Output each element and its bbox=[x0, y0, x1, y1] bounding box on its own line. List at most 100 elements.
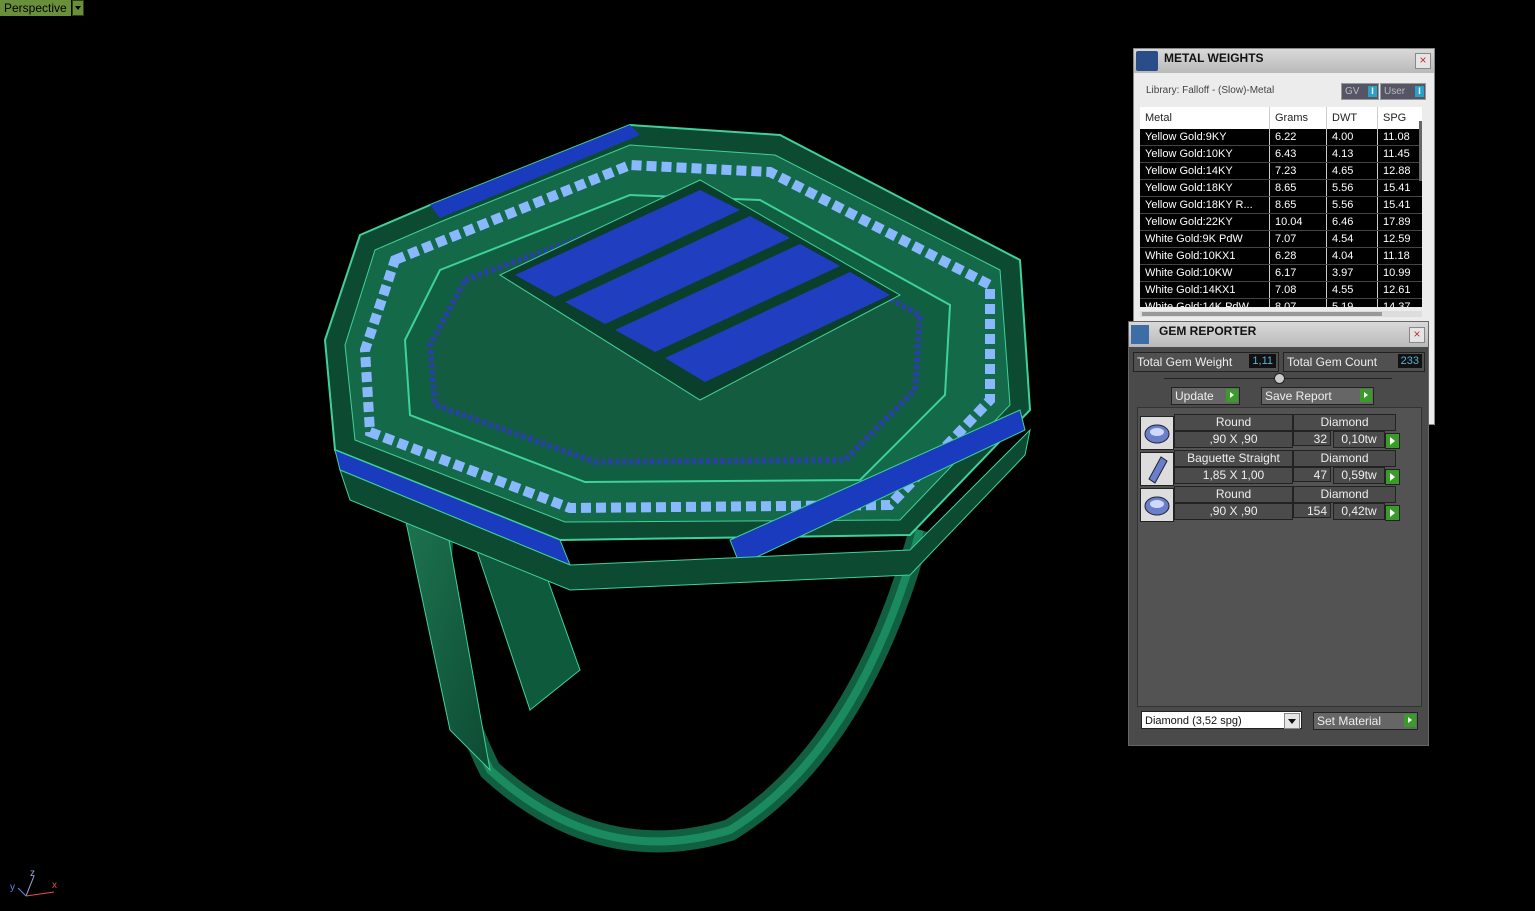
select-gem-button[interactable] bbox=[1385, 505, 1400, 521]
axis-lines bbox=[17, 875, 55, 897]
metal-weights-icon bbox=[1136, 51, 1158, 71]
metal-table-row[interactable]: Yellow Gold:14KY 7.23 4.65 12.88 bbox=[1140, 163, 1422, 180]
dwt-cell: 5.19 bbox=[1327, 299, 1378, 307]
axis-triad: y z x bbox=[6, 868, 66, 904]
metal-name-cell: Yellow Gold:10KY bbox=[1140, 146, 1270, 162]
update-button-label: Update bbox=[1175, 389, 1214, 403]
metal-weights-title: METAL WEIGHTS bbox=[1164, 51, 1264, 65]
play-icon bbox=[1226, 389, 1238, 402]
select-gem-button[interactable] bbox=[1385, 469, 1400, 485]
spg-cell: 12.59 bbox=[1383, 233, 1411, 245]
spg-cell: 15.41 bbox=[1383, 199, 1411, 211]
spg-cell: 11.18 bbox=[1383, 250, 1410, 262]
set-material-button[interactable]: Set Material bbox=[1313, 712, 1418, 730]
play-icon bbox=[1404, 714, 1416, 727]
metal-weights-titlebar[interactable]: METAL WEIGHTS × bbox=[1134, 49, 1434, 73]
metal-table-row[interactable]: White Gold:10KW 6.17 3.97 10.99 bbox=[1140, 265, 1422, 282]
gv-toggle-label: GV bbox=[1345, 86, 1360, 97]
gem-weight: 0,59tw bbox=[1333, 467, 1385, 484]
metal-name-cell: Yellow Gold:22KY bbox=[1140, 214, 1270, 230]
gem-size: 1,85 X 1,00 bbox=[1174, 467, 1293, 484]
dwt-cell: 4.13 bbox=[1327, 146, 1378, 162]
metal-table-row[interactable]: Yellow Gold:18KY R... 8.65 5.56 15.41 bbox=[1140, 197, 1422, 214]
gem-list: Round Diamond ,90 X ,90 32 0,10tw Baguet… bbox=[1137, 407, 1422, 707]
panel-splitter[interactable] bbox=[1164, 373, 1392, 384]
dwt-cell: 5.56 bbox=[1327, 180, 1378, 196]
metal-table-row[interactable]: White Gold:10KX1 6.28 4.04 11.18 bbox=[1140, 248, 1422, 265]
col-metal[interactable]: Metal bbox=[1140, 107, 1270, 129]
metal-table: Metal Grams DWT SPG Yellow Gold:9KY 6.22 4… bbox=[1140, 107, 1422, 307]
gem-reporter-icon bbox=[1131, 325, 1149, 344]
gem-weight: 0,42tw bbox=[1333, 503, 1385, 520]
total-gem-weight: Total Gem Weight 1,11 bbox=[1133, 352, 1279, 372]
material-select[interactable]: Diamond (3,52 spg) bbox=[1141, 711, 1302, 729]
dwt-cell: 4.65 bbox=[1327, 163, 1378, 179]
metal-library-label: Library: Falloff - (Slow)-Metal bbox=[1146, 85, 1275, 96]
metal-name-cell: Yellow Gold:14KY bbox=[1140, 163, 1270, 179]
material-select-value: Diamond (3,52 spg) bbox=[1145, 715, 1242, 727]
metal-name-cell: White Gold:14KX1 bbox=[1140, 282, 1270, 298]
grams-cell: 6.22 bbox=[1270, 129, 1327, 145]
spg-cell: 12.61 bbox=[1383, 284, 1411, 296]
user-toggle-label: User bbox=[1384, 86, 1406, 97]
gem-row[interactable]: Baguette Straight Diamond 1,85 X 1,00 47… bbox=[1139, 450, 1400, 486]
play-icon bbox=[1360, 389, 1372, 402]
viewport-dropdown-icon[interactable] bbox=[71, 0, 84, 16]
gem-count: 154 bbox=[1293, 503, 1331, 518]
metal-name-cell: White Gold:14K PdW bbox=[1140, 299, 1270, 307]
grams-cell: 6.43 bbox=[1270, 146, 1327, 162]
close-icon[interactable]: × bbox=[1409, 327, 1425, 343]
metal-table-row[interactable]: White Gold:14K PdW 8.07 5.19 14.37 bbox=[1140, 299, 1422, 307]
grams-cell: 7.23 bbox=[1270, 163, 1327, 179]
metal-table-row[interactable]: White Gold:9K PdW 7.07 4.54 12.59 bbox=[1140, 231, 1422, 248]
dwt-cell: 5.56 bbox=[1327, 197, 1378, 213]
dwt-cell: 4.00 bbox=[1327, 129, 1378, 145]
total-gem-count-label: Total Gem Count bbox=[1287, 355, 1378, 369]
metal-table-vscroll[interactable] bbox=[1419, 121, 1422, 181]
gem-row[interactable]: Round Diamond ,90 X ,90 154 0,42tw bbox=[1139, 486, 1400, 522]
grams-cell: 10.04 bbox=[1270, 214, 1327, 230]
grams-cell: 8.65 bbox=[1270, 180, 1327, 196]
col-spg[interactable]: SPG bbox=[1378, 107, 1422, 129]
metal-table-row[interactable]: Yellow Gold:18KY 8.65 5.56 15.41 bbox=[1140, 180, 1422, 197]
update-button[interactable]: Update bbox=[1171, 387, 1240, 405]
ring-model[interactable] bbox=[300, 110, 1060, 870]
splitter-handle[interactable] bbox=[1274, 373, 1285, 384]
gem-reporter-title: GEM REPORTER bbox=[1159, 324, 1257, 338]
col-dwt[interactable]: DWT bbox=[1327, 107, 1378, 129]
metal-table-row[interactable]: Yellow Gold:10KY 6.43 4.13 11.45 bbox=[1140, 146, 1422, 163]
gv-toggle[interactable]: GV I bbox=[1341, 83, 1379, 100]
metal-table-hscroll[interactable] bbox=[1140, 311, 1422, 317]
spg-cell: 14.37 bbox=[1383, 301, 1411, 307]
dwt-cell: 3.97 bbox=[1327, 265, 1378, 281]
viewport-name[interactable]: Perspective bbox=[0, 0, 71, 16]
gem-reporter-panel: GEM REPORTER × Total Gem Weight 1,11 Tot… bbox=[1128, 321, 1429, 746]
gem-row[interactable]: Round Diamond ,90 X ,90 32 0,10tw bbox=[1139, 414, 1400, 450]
spg-cell: 11.08 bbox=[1383, 131, 1410, 143]
viewport-label[interactable]: Perspective bbox=[0, 0, 84, 16]
save-report-button-label: Save Report bbox=[1265, 389, 1332, 403]
spg-cell: 11.45 bbox=[1383, 148, 1410, 160]
gem-shape: Baguette Straight bbox=[1174, 450, 1293, 467]
metal-table-header: Metal Grams DWT SPG bbox=[1140, 107, 1422, 129]
total-gem-count: Total Gem Count 233 bbox=[1283, 352, 1425, 372]
gem-material: Diamond bbox=[1293, 450, 1396, 467]
col-grams[interactable]: Grams bbox=[1270, 107, 1327, 129]
close-icon[interactable]: × bbox=[1415, 53, 1431, 69]
gem-shape: Round bbox=[1174, 414, 1293, 431]
metal-name-cell: White Gold:9K PdW bbox=[1140, 231, 1270, 247]
gem-count: 47 bbox=[1293, 467, 1331, 482]
grams-cell: 6.17 bbox=[1270, 265, 1327, 281]
gem-weight: 0,10tw bbox=[1333, 431, 1385, 448]
metal-table-row[interactable]: White Gold:14KX1 7.08 4.55 12.61 bbox=[1140, 282, 1422, 299]
metal-table-row[interactable]: Yellow Gold:9KY 6.22 4.00 11.08 bbox=[1140, 129, 1422, 146]
save-report-button[interactable]: Save Report bbox=[1261, 387, 1374, 405]
dwt-cell: 4.55 bbox=[1327, 282, 1378, 298]
select-gem-button[interactable] bbox=[1385, 433, 1400, 449]
metal-table-row[interactable]: Yellow Gold:22KY 10.04 6.46 17.89 bbox=[1140, 214, 1422, 231]
chevron-down-icon[interactable] bbox=[1284, 713, 1300, 729]
gem-reporter-titlebar[interactable]: GEM REPORTER × bbox=[1129, 322, 1428, 347]
user-toggle[interactable]: User I bbox=[1380, 83, 1426, 100]
spg-cell: 17.89 bbox=[1383, 216, 1411, 228]
gem-material: Diamond bbox=[1293, 414, 1396, 431]
